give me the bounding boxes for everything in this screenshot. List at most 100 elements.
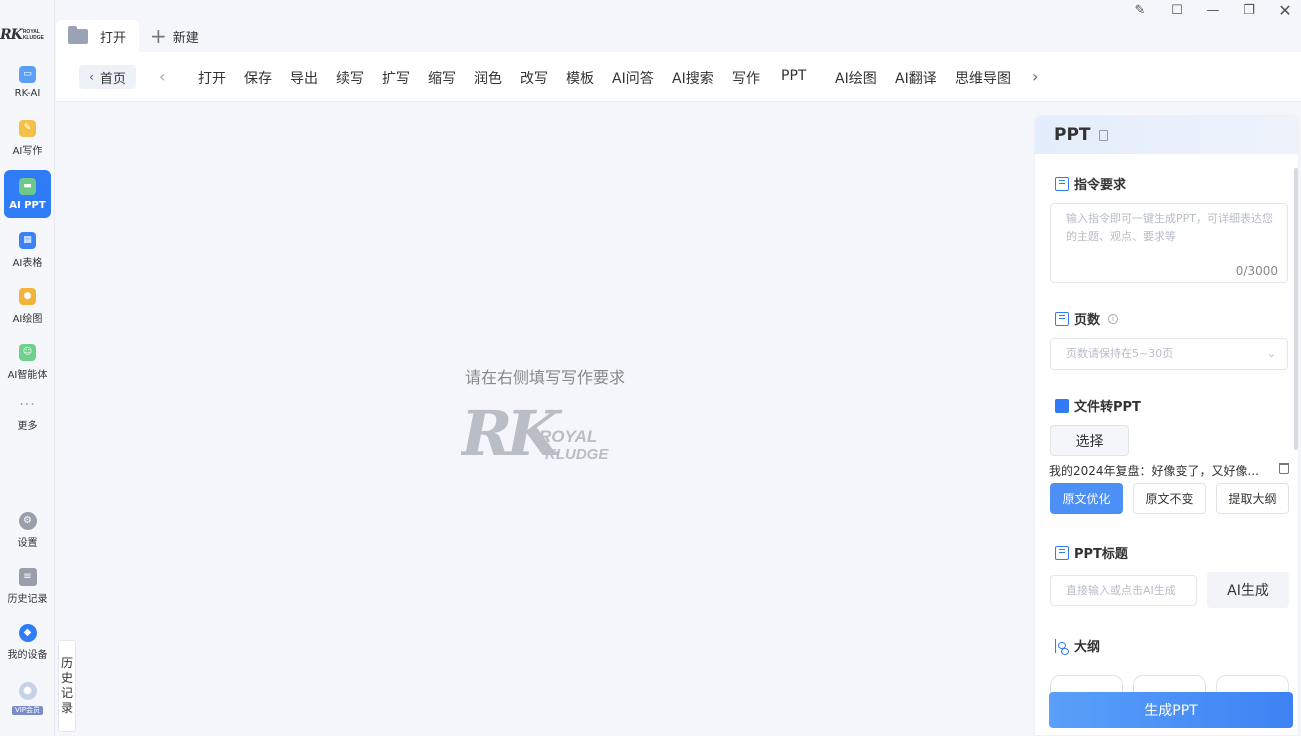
toolbar-polish[interactable]: 润色 xyxy=(474,68,502,88)
instruction-textarea[interactable]: 输入指令即可一键生成PPT，可详细表达您的主题、观点、要求等 0/3000 xyxy=(1050,203,1288,283)
home-button[interactable]: ‹ 首页 xyxy=(79,65,136,89)
toolbar-mindmap[interactable]: 思维导图 xyxy=(955,68,1011,88)
tab-open[interactable]: 打开 xyxy=(56,20,139,52)
nav-label: AI绘图 xyxy=(12,313,43,325)
nav-item-more[interactable]: ··· 更多 xyxy=(4,392,51,440)
robot-icon: ☺ xyxy=(19,343,36,361)
section-label: 文件转PPT xyxy=(1074,400,1141,415)
edit-icon[interactable]: ✎ xyxy=(1130,0,1150,20)
toolbar-ai-drawing[interactable]: AI绘图 xyxy=(835,68,877,88)
info-icon[interactable]: i xyxy=(1108,313,1119,324)
nav-item-ai-agent[interactable]: ☺ AI智能体 xyxy=(4,338,51,386)
option-keep-original-button[interactable]: 原文不变 xyxy=(1133,483,1206,514)
section-label: 页数 xyxy=(1074,313,1101,328)
avatar: ● xyxy=(18,681,37,700)
edit-note-icon xyxy=(1055,311,1069,326)
toolbar-write[interactable]: 写作 xyxy=(732,68,760,88)
section-label: PPT标题 xyxy=(1074,547,1128,562)
toolbar-export[interactable]: 导出 xyxy=(290,68,318,88)
toolbar-ai-translate[interactable]: AI翻译 xyxy=(895,68,937,88)
nav-item-ai-writing[interactable]: ✎ AI写作 xyxy=(4,114,51,162)
ppt-title-section-title: PPT标题 xyxy=(1055,543,1128,562)
ai-generate-title-button[interactable]: AI生成 xyxy=(1207,572,1289,608)
generate-ppt-button[interactable]: 生成PPT xyxy=(1049,692,1293,728)
toolbar-save[interactable]: 保存 xyxy=(244,68,272,88)
monitor-icon: ▭ xyxy=(19,65,36,83)
section-label: 大纲 xyxy=(1074,640,1101,655)
history-side-tab[interactable]: 历 史 记 录 xyxy=(58,640,76,732)
toolbar-condense[interactable]: 缩写 xyxy=(428,68,456,88)
toolbar-expand[interactable]: 扩写 xyxy=(382,68,410,88)
pages-section-title: 页数 i xyxy=(1055,309,1119,328)
edit-note-icon xyxy=(1055,176,1069,191)
panel-header: PPT xyxy=(1035,116,1298,154)
nav-label: AI表格 xyxy=(12,257,43,269)
pages-select[interactable]: 页数请保持在5~30页 ⌄ xyxy=(1050,338,1288,370)
close-icon[interactable]: ✕ xyxy=(1275,0,1295,20)
char-count: 0/3000 xyxy=(1235,264,1278,278)
toolbar-template[interactable]: 模板 xyxy=(566,68,594,88)
logo-text: RK xyxy=(0,27,23,43)
sheet-icon: ▦ xyxy=(19,231,36,249)
history-char: 记 xyxy=(60,686,73,700)
scroll-right-icon[interactable]: › xyxy=(1032,67,1038,86)
chevron-left-icon: ‹ xyxy=(89,70,94,84)
svg-text:ROYAL: ROYAL xyxy=(539,427,597,446)
file-to-ppt-section-title: 文件转PPT xyxy=(1055,396,1141,415)
user-avatar-area[interactable]: ● VIP会员 xyxy=(4,674,51,722)
restore-icon[interactable]: ❐ xyxy=(1239,0,1259,20)
scroll-left-icon[interactable]: ‹ xyxy=(159,67,165,86)
feedback-icon[interactable]: ☐ xyxy=(1167,0,1187,20)
history-icon: ≡ xyxy=(18,567,37,586)
nav-label: 历史记录 xyxy=(7,593,48,605)
tab-bar: 打开 + 新建 ✎ ☐ — ❐ ✕ xyxy=(56,0,1301,52)
nav-item-history[interactable]: ≡ 历史记录 xyxy=(4,562,51,610)
left-sidebar: RK ROYAL KLUDGE ▭ RK-AI ✎ AI写作 ▬ AI PPT ▦… xyxy=(0,0,55,736)
nav-item-my-device[interactable]: ◆ 我的设备 xyxy=(4,618,51,666)
history-char: 历 xyxy=(60,656,73,670)
toolbar-open[interactable]: 打开 xyxy=(198,68,226,88)
trash-icon[interactable] xyxy=(1279,463,1289,474)
toolbar-continue[interactable]: 续写 xyxy=(336,68,364,88)
editor-canvas: 请在右侧填写写作要求 RK ROYAL KLUDGE 历 史 记 录 xyxy=(56,102,1034,736)
nav-item-rk-ai[interactable]: ▭ RK-AI xyxy=(4,58,51,106)
gear-icon: ⚙ xyxy=(18,511,37,530)
nav-label: 设置 xyxy=(17,537,38,549)
minimize-icon[interactable]: — xyxy=(1203,0,1223,20)
history-char: 录 xyxy=(60,701,73,715)
nav-item-ai-drawing[interactable]: ● AI绘图 xyxy=(4,282,51,330)
toolbar-ppt[interactable]: PPT xyxy=(781,68,806,84)
selected-file-row: 我的2024年复盘：好像变了，又好像... xyxy=(1049,462,1289,478)
plus-icon: + xyxy=(150,24,167,48)
nav-item-ai-ppt[interactable]: ▬ AI PPT xyxy=(4,170,51,218)
history-char: 史 xyxy=(60,671,73,685)
nav-item-settings[interactable]: ⚙ 设置 xyxy=(4,506,51,554)
app-logo: RK ROYAL KLUDGE xyxy=(0,20,55,50)
palette-icon: ● xyxy=(19,287,36,305)
ppt-title-input[interactable]: 直接输入或点击AI生成 xyxy=(1050,575,1197,606)
panel-title: PPT xyxy=(1054,125,1091,145)
pencil-icon: ✎ xyxy=(19,119,36,137)
panel-scrollbar[interactable] xyxy=(1294,168,1298,450)
instruction-placeholder: 输入指令即可一键生成PPT，可详细表达您的主题、观点、要求等 xyxy=(1066,212,1273,243)
document-icon xyxy=(1098,129,1108,141)
presentation-icon: ▬ xyxy=(19,177,36,195)
edit-note-icon xyxy=(1055,545,1069,560)
nav-label: 我的设备 xyxy=(7,649,48,661)
brand-watermark-logo: RK ROYAL KLUDGE xyxy=(461,397,609,470)
toolbar-ai-search[interactable]: AI搜索 xyxy=(672,68,714,88)
pages-placeholder: 页数请保持在5~30页 xyxy=(1066,347,1174,360)
outline-tree-icon xyxy=(1055,638,1069,655)
vip-badge: VIP会员 xyxy=(11,705,44,715)
nav-label: AI PPT xyxy=(9,199,46,211)
toolbar-ai-qa[interactable]: AI问答 xyxy=(612,68,654,88)
tab-new[interactable]: + 新建 xyxy=(138,20,211,52)
nav-item-ai-sheet[interactable]: ▦ AI表格 xyxy=(4,226,51,274)
option-optimize-button[interactable]: 原文优化 xyxy=(1050,483,1123,514)
svg-text:KLUDGE: KLUDGE xyxy=(545,446,609,463)
choose-file-button[interactable]: 选择 xyxy=(1050,425,1129,456)
instruction-section-title: 指令要求 xyxy=(1055,174,1126,193)
option-extract-outline-button[interactable]: 提取大纲 xyxy=(1216,483,1289,514)
logo-subtext: ROYAL KLUDGE xyxy=(22,29,44,41)
toolbar-rewrite[interactable]: 改写 xyxy=(520,68,548,88)
